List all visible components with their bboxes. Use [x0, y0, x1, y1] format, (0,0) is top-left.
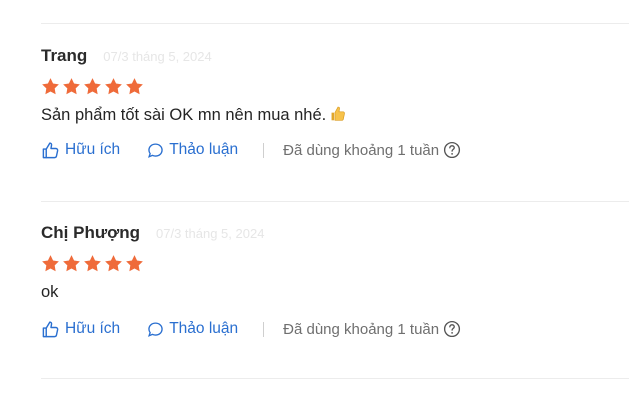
review-author: Trang — [41, 46, 88, 65]
discuss-label: Thảo luận — [169, 141, 239, 158]
discuss-button[interactable]: Thảo luận — [147, 141, 238, 159]
reviews-list: Trang 07/3 tháng 5, 2024 Sản phẩm tốt sà… — [0, 0, 629, 401]
review-actions: Hữu ích Thảo luận Đã dùng khoảng 1 tuần — [41, 319, 629, 339]
review-author: Chị Phượng — [41, 223, 140, 242]
star-icon — [84, 77, 101, 94]
divider-middle — [41, 201, 629, 202]
divider-top — [41, 23, 629, 24]
divider-bottom — [41, 378, 629, 379]
thumbs-up-icon — [42, 141, 59, 158]
review-item: Chị Phượng 07/3 tháng 5, 2024 ok Hữu ích… — [41, 222, 629, 339]
usage-text: Đã dùng khoảng 1 tuần — [283, 320, 440, 338]
review-date: 07/3 tháng 5, 2024 — [103, 48, 212, 64]
helpful-button[interactable]: Hữu ích — [41, 320, 120, 339]
chat-bubble-icon — [148, 142, 163, 158]
star-icon — [126, 254, 143, 271]
helpful-button[interactable]: Hữu ích — [41, 141, 120, 160]
review-actions: Hữu ích Thảo luận Đã dùng khoảng 1 tuần — [41, 140, 629, 160]
review-content: ok — [41, 282, 629, 302]
review-text: ok — [41, 283, 59, 301]
star-icon — [42, 77, 59, 94]
review-content: Sản phẩm tốt sài OK mn nên mua nhé. — [41, 105, 629, 125]
helpful-label: Hữu ích — [65, 141, 121, 158]
helpful-label: Hữu ích — [65, 320, 121, 337]
review-header: Chị Phượng 07/3 tháng 5, 2024 — [41, 222, 629, 244]
review-item: Trang 07/3 tháng 5, 2024 Sản phẩm tốt sà… — [41, 45, 629, 160]
usage-text: Đã dùng khoảng 1 tuần — [283, 141, 440, 159]
question-circle-icon[interactable] — [443, 141, 461, 159]
usage-info: Đã dùng khoảng 1 tuần — [283, 320, 461, 338]
star-icon — [105, 77, 122, 94]
star-icon — [63, 77, 80, 94]
star-icon — [63, 254, 80, 271]
action-separator — [263, 321, 265, 337]
discuss-button[interactable]: Thảo luận — [147, 320, 238, 338]
star-icon — [84, 254, 101, 271]
thumbs-up-emoji-icon — [331, 106, 346, 121]
review-date: 07/3 tháng 5, 2024 — [156, 225, 265, 241]
star-rating — [41, 253, 629, 273]
thumbs-up-icon — [42, 320, 59, 337]
chat-bubble-icon — [148, 321, 163, 337]
discuss-label: Thảo luận — [169, 320, 239, 337]
star-icon — [126, 77, 143, 94]
action-separator — [263, 142, 265, 158]
question-circle-icon[interactable] — [443, 320, 461, 338]
usage-info: Đã dùng khoảng 1 tuần — [283, 141, 461, 159]
star-icon — [42, 254, 59, 271]
star-rating — [41, 76, 629, 96]
star-icon — [105, 254, 122, 271]
review-text: Sản phẩm tốt sài OK mn nên mua nhé. — [41, 106, 327, 124]
review-header: Trang 07/3 tháng 5, 2024 — [41, 45, 629, 67]
